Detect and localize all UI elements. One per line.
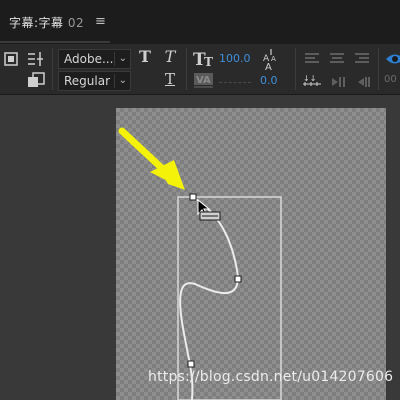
- path-overlay: [118, 127, 282, 400]
- yellow-arrow-annotation: [118, 127, 185, 190]
- watermark-text: https://blog.csdn.net/u014207606: [148, 369, 394, 385]
- anchor-point: [189, 193, 197, 201]
- anchor-point: [187, 360, 195, 368]
- anchor-point: [234, 275, 242, 283]
